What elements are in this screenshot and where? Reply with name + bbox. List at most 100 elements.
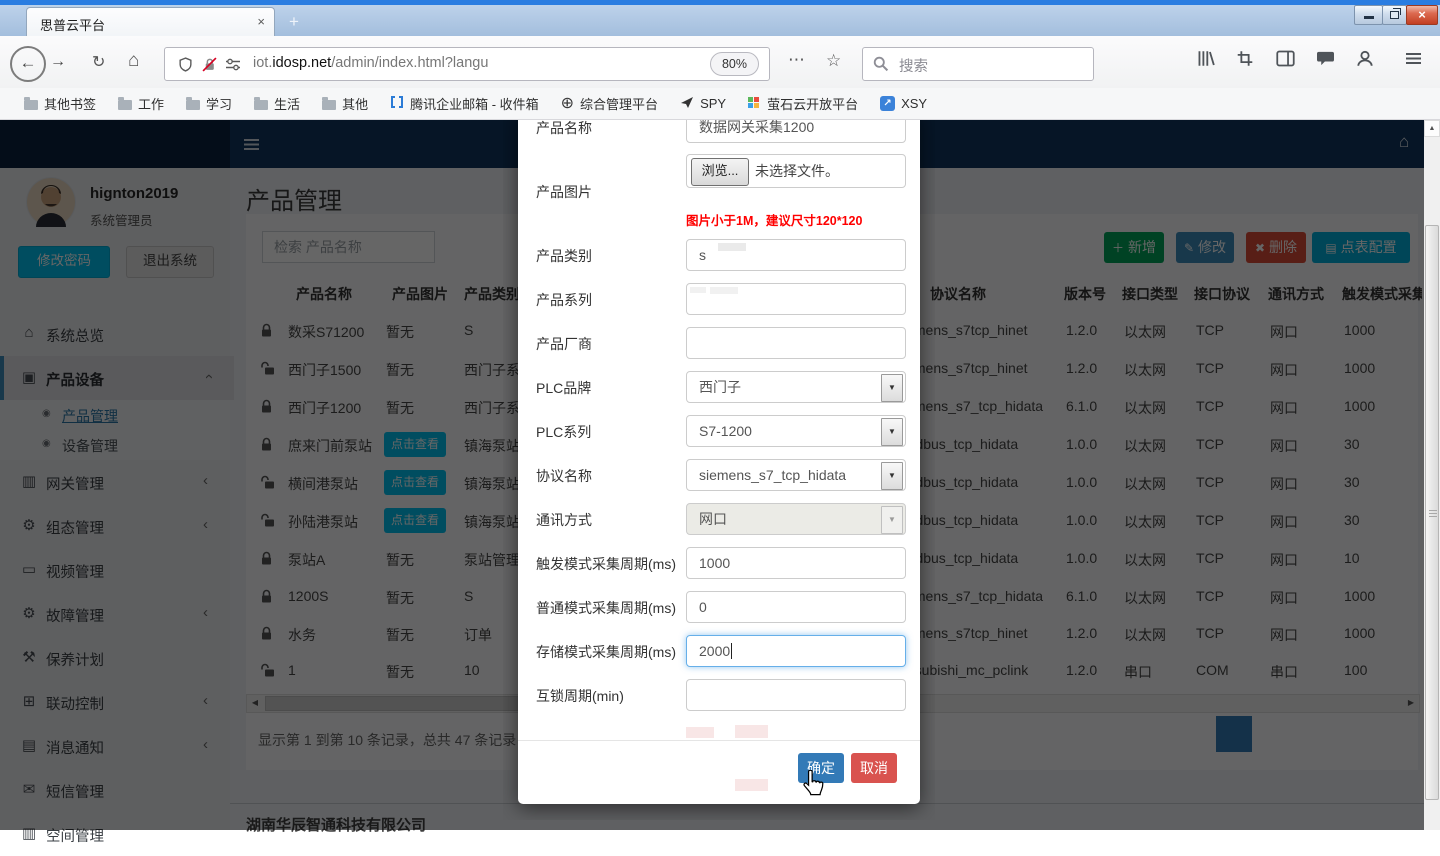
field-input-1[interactable]: 数据网关采集1200 [686,120,906,143]
scroll-up-icon[interactable]: ▲ [1424,120,1440,137]
account-icon[interactable] [1356,50,1374,67]
bookmark-item[interactable]: 腾讯企业邮箱 - 收件箱 [390,94,539,113]
ghost-artifact [735,779,768,791]
field-input-13[interactable] [686,679,906,711]
bookmark-label: SPY [700,96,726,111]
bookmark-item[interactable]: 其他 [322,94,368,113]
tab-close-icon[interactable]: × [257,14,265,29]
field-select-7[interactable]: S7-1200 ▼ [686,415,906,447]
field-value: 网口 [699,511,727,527]
dropdown-arrow-icon[interactable]: ▼ [881,418,903,446]
url-bar[interactable]: iot.idosp.net/admin/index.html?langu 80% [164,47,770,81]
bookmark-item[interactable]: 学习 [186,94,232,113]
bookmark-item[interactable]: ⊕综合管理平台 [561,94,658,113]
forward-button[interactable]: → [50,53,66,71]
field-value: 2000 [699,643,730,659]
new-tab-button[interactable]: + [281,11,307,33]
bookmark-item[interactable]: ↗XSY [880,96,927,111]
field-label-12: 存储模式采集周期(ms) [536,642,676,662]
bookmark-item[interactable]: 萤石云开放平台 [748,94,858,113]
field-label-4: 产品系列 [536,290,592,310]
file-input[interactable]: 浏览...未选择文件。 [686,154,906,188]
folder-icon [322,100,336,110]
restore-button[interactable] [1382,5,1407,25]
field-label-7: PLC系列 [536,422,591,442]
page-actions-button[interactable]: ⋯ [788,50,806,70]
field-value: 西门子 [699,379,741,395]
bookmark-item[interactable]: SPY [680,95,726,112]
field-value: 数据网关采集1200 [699,120,814,135]
home-button[interactable]: ⌂ [128,50,139,72]
field-value: siemens_s7_tcp_hidata [699,467,846,483]
folder-icon [24,100,38,110]
search-bar[interactable]: 搜索 [862,47,1094,81]
browse-button[interactable]: 浏览... [691,158,749,186]
dropdown-arrow-icon[interactable]: ▼ [881,506,903,534]
reload-button[interactable]: ↻ [92,52,105,72]
close-button[interactable]: × [1406,5,1438,25]
folder-icon [254,100,268,110]
sidebar-panel-icon[interactable] [1276,50,1295,67]
field-label-13: 互锁周期(min) [536,686,624,706]
bookmark-item[interactable]: 其他书签 [24,94,96,113]
search-icon [873,56,889,72]
cancel-button[interactable]: 取消 [851,753,897,783]
field-input-12[interactable]: 2000 [686,635,906,667]
modal-footer-divider [518,740,920,741]
field-label-6: PLC品牌 [536,378,591,398]
bookmark-label: 生活 [274,94,300,113]
back-button[interactable]: ← [10,46,46,82]
field-label-1: 产品名称 [536,120,592,138]
bookmark-item[interactable]: 生活 [254,94,300,113]
folder-icon [118,100,132,110]
field-select-6[interactable]: 西门子 ▼ [686,371,906,403]
edit-product-modal: 产品名称数据网关采集1200产品图片浏览...未选择文件。图片小于1M，建议尺寸… [518,120,920,804]
bookmark-item[interactable]: 工作 [118,94,164,113]
field-input-11[interactable]: 0 [686,591,906,623]
permissions-icon[interactable] [225,57,241,72]
field-select-9[interactable]: 网口 ▼ [686,503,906,535]
field-label-9: 通讯方式 [536,510,592,530]
bookmark-label: 其他 [342,94,368,113]
search-placeholder: 搜索 [899,55,928,76]
bookmark-label: XSY [901,96,927,111]
globe-icon: ⊕ [561,97,574,111]
speech-bubble-icon[interactable] [1316,50,1335,67]
ghost-artifact [718,243,746,251]
field-value: S7-1200 [699,423,752,439]
bookmark-label: 工作 [138,94,164,113]
bookmark-label: 学习 [206,94,232,113]
field-label-5: 产品厂商 [536,334,592,354]
field-select-8[interactable]: siemens_s7_tcp_hidata ▼ [686,459,906,491]
ghost-artifact [690,287,706,293]
field-input-10[interactable]: 1000 [686,547,906,579]
zoom-level-badge[interactable]: 80% [710,52,759,76]
screenshot-crop-icon[interactable] [1236,50,1254,67]
tracking-shield-icon[interactable] [178,57,193,72]
bookmark-star-icon[interactable]: ☆ [826,51,841,71]
field-label-2: 产品图片 [536,182,592,202]
ghost-artifact [686,727,714,738]
scroll-grip [1429,510,1437,518]
bookmarks-bar: 其他书签 工作 学习 生活 其他 腾讯企业邮箱 - 收件箱 ⊕综合管理平台 SPY 萤石云开放平… [0,88,1440,120]
dropdown-arrow-icon[interactable]: ▼ [881,374,903,402]
menu-hamburger-icon[interactable] [1406,53,1421,64]
dropdown-arrow-icon[interactable]: ▼ [881,462,903,490]
browser-tab[interactable]: 思普云平台 × [26,7,275,38]
minimize-button[interactable] [1354,5,1383,25]
folder-icon [186,100,200,110]
field-label-8: 协议名称 [536,466,592,486]
vertical-scroll-thumb[interactable] [1425,225,1439,800]
library-icon[interactable] [1196,50,1216,67]
field-label-10: 触发模式采集周期(ms) [536,554,676,574]
paper-plane-icon [680,95,694,112]
restore-icon [1390,11,1399,19]
insecure-lock-icon[interactable] [202,57,217,72]
ghost-artifact [710,287,738,294]
minimize-icon [1364,16,1374,19]
field-input-5[interactable] [686,327,906,359]
vertical-scrollbar[interactable]: ▲ [1424,120,1440,830]
url-text[interactable]: iot.idosp.net/admin/index.html?langu [253,55,488,71]
field-label-3: 产品类别 [536,246,592,266]
ghost-artifact [735,725,768,738]
